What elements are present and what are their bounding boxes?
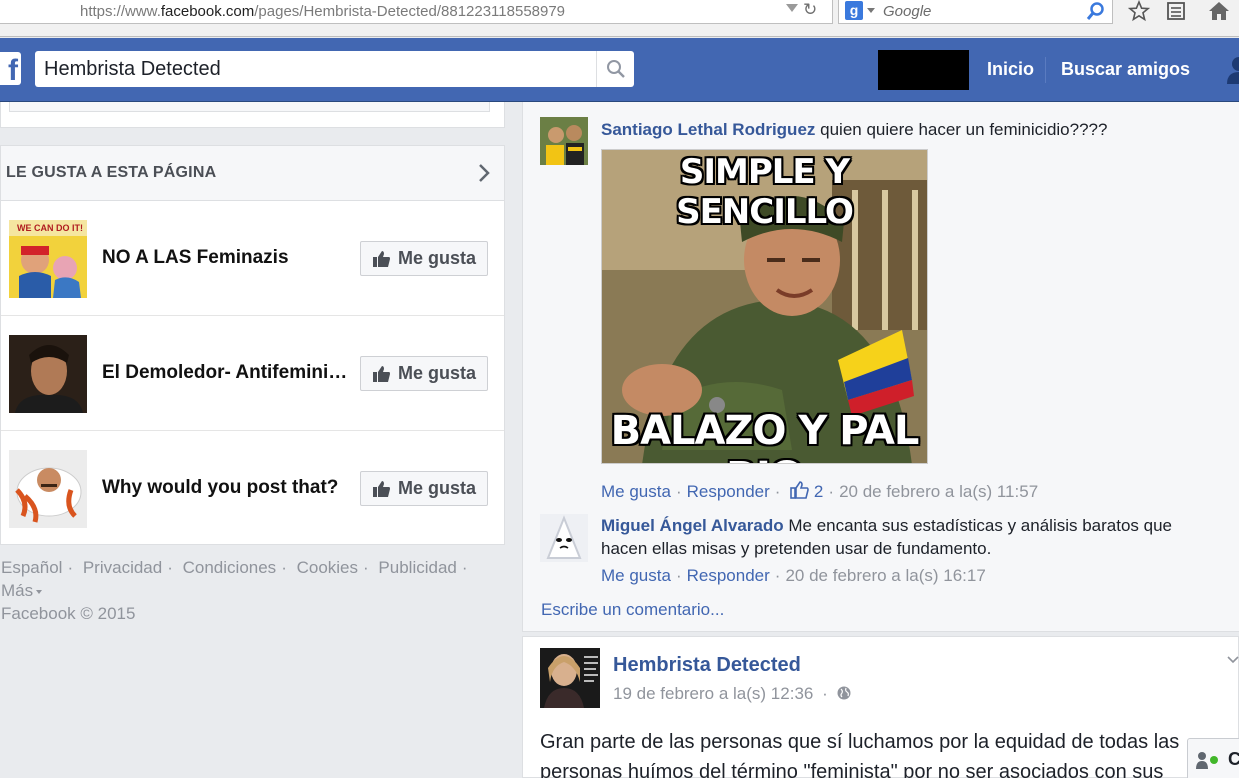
comment-like-link[interactable]: Me gusta <box>601 566 671 585</box>
post-author-link[interactable]: Hembrista Detected <box>613 654 801 677</box>
write-comment-link[interactable]: Escribe un comentario... <box>541 600 724 620</box>
comment-timestamp[interactable]: 20 de febrero a la(s) 16:17 <box>785 566 985 585</box>
nav-divider <box>1045 57 1046 83</box>
chat-label: C <box>1228 749 1239 769</box>
chevron-right-icon[interactable] <box>478 163 490 183</box>
search-input[interactable]: Hembrista Detected <box>44 58 221 81</box>
thumbs-up-icon <box>373 365 390 382</box>
thumbs-up-icon <box>373 480 390 497</box>
page-thumbnail[interactable] <box>9 450 87 528</box>
post-card: Hembrista Detected 19 de febrero a la(s)… <box>522 636 1239 778</box>
facebook-search-box[interactable]: Hembrista Detected <box>35 51 634 87</box>
globe-icon[interactable] <box>837 686 851 700</box>
liked-page-name[interactable]: Why would you post that? <box>102 477 352 499</box>
commenter-avatar[interactable] <box>540 117 588 165</box>
page-thumbnail[interactable]: WE CAN DO IT! <box>9 220 87 298</box>
google-engine-icon[interactable]: g <box>845 1 863 20</box>
comment-reply-link[interactable]: Responder <box>687 566 770 585</box>
footer-link-language[interactable]: Español <box>1 558 62 577</box>
search-icon <box>606 60 625 78</box>
like-page-button[interactable]: Me gusta <box>360 241 488 276</box>
post-author-avatar[interactable] <box>540 648 600 708</box>
bookmarks-menu-icon[interactable] <box>1166 0 1186 22</box>
url-history-dropdown-icon[interactable] <box>786 4 798 12</box>
browser-toolbar: https://www.facebook.com/pages/Hembrista… <box>0 0 1239 37</box>
reload-icon[interactable]: ↻ <box>803 0 817 20</box>
comment-author-link[interactable]: Miguel Ángel Alvarado <box>601 516 784 535</box>
liked-pages-title: LE GUSTA A ESTA PÁGINA <box>6 164 217 181</box>
bookmark-star-icon[interactable] <box>1128 0 1150 22</box>
nav-home-link[interactable]: Inicio <box>987 59 1034 80</box>
like-page-button[interactable]: Me gusta <box>360 471 488 506</box>
footer-more-link[interactable]: Más <box>1 581 43 600</box>
facebook-logo-icon[interactable]: f <box>0 52 21 87</box>
chat-sidebar-tab[interactable]: C <box>1187 738 1239 778</box>
liked-pages-card: LE GUSTA A ESTA PÁGINA WE CAN DO IT! NO … <box>0 145 505 545</box>
address-bar[interactable]: https://www.facebook.com/pages/Hembrista… <box>0 0 833 24</box>
browser-search-field[interactable]: g Google <box>838 0 1113 24</box>
comment-body: Santiago Lethal Rodriguez quien quiere h… <box>601 118 1221 141</box>
meme-top-caption: SIMPLE Y SENCILLO <box>676 152 854 232</box>
comment-actions: Me gusta · Responder · 2 · 20 de febrero a la… <box>601 481 1039 501</box>
facebook-top-bar: f Hembrista Detected Inicio Buscar amigo… <box>0 38 1239 102</box>
comment-actions: Me gusta · Responder · 20 de febrero a la(s)… <box>601 566 986 585</box>
page-footer: Español · Privacidad · Condiciones · Cookie… <box>1 558 468 623</box>
commenter-avatar[interactable] <box>540 514 588 562</box>
thumbs-up-icon <box>373 250 390 267</box>
liked-page-name[interactable]: NO A LAS Feminazis <box>102 247 352 269</box>
post-options-chevron-icon[interactable] <box>1226 655 1239 665</box>
comments-section: Santiago Lethal Rodriguez quien quiere h… <box>522 102 1239 632</box>
post-timestamp[interactable]: 19 de febrero a la(s) 12:36 <box>613 684 813 703</box>
chat-people-icon <box>1196 752 1218 769</box>
comment-meme-image[interactable]: SIMPLE Y SENCILLO BALAZO Y PAL RIO <box>601 149 928 464</box>
like-button-label: Me gusta <box>398 478 477 498</box>
like-button-label: Me gusta <box>398 363 477 383</box>
thumbs-up-icon[interactable] <box>790 481 809 499</box>
search-icon[interactable] <box>1086 1 1106 21</box>
liked-page-row: El Demoledor- Antifeminista Me gusta <box>1 316 504 431</box>
comment-like-count[interactable]: 2 <box>814 482 823 501</box>
nav-find-friends-link[interactable]: Buscar amigos <box>1061 59 1190 80</box>
footer-link-cookies[interactable]: Cookies <box>297 558 358 577</box>
caret-down-icon <box>36 589 43 594</box>
browser-search-placeholder: Google <box>883 3 932 20</box>
liked-pages-header[interactable]: LE GUSTA A ESTA PÁGINA <box>1 146 504 201</box>
engine-dropdown-icon[interactable] <box>867 8 875 13</box>
footer-link-ads[interactable]: Publicidad <box>378 558 456 577</box>
comment-reply-link[interactable]: Responder <box>687 482 770 501</box>
redacted-profile-area <box>878 50 969 90</box>
like-button-label: Me gusta <box>398 248 477 268</box>
friend-requests-icon[interactable] <box>1225 54 1239 84</box>
search-button[interactable] <box>596 51 634 87</box>
thumb-caption: WE CAN DO IT! <box>17 223 83 233</box>
footer-copyright: Facebook © 2015 <box>1 604 136 623</box>
liked-page-row: WE CAN DO IT! NO A LAS Feminazis Me gust… <box>1 201 504 316</box>
meme-bottom-caption: BALAZO Y PAL RIO <box>610 408 920 463</box>
comment-author-link[interactable]: Santiago Lethal Rodriguez <box>601 120 815 139</box>
comment-timestamp[interactable]: 20 de febrero a la(s) 11:57 <box>839 482 1038 501</box>
page-thumbnail[interactable] <box>9 335 87 413</box>
post-text: Gran parte de las personas que sí lucham… <box>540 731 1180 778</box>
like-page-button[interactable]: Me gusta <box>360 356 488 391</box>
footer-link-terms[interactable]: Condiciones <box>183 558 277 577</box>
liked-page-row: Why would you post that? Me gusta <box>1 431 504 546</box>
left-card-bottom-edge <box>0 102 505 128</box>
comment-body: Miguel Ángel Alvarado Me encanta sus est… <box>601 514 1221 560</box>
comment-text: quien quiere hacer un feminicidio???? <box>820 120 1108 139</box>
left-card-inner <box>9 102 490 112</box>
comment-like-link[interactable]: Me gusta <box>601 482 671 501</box>
post-meta: 19 de febrero a la(s) 12:36 · <box>613 684 851 704</box>
home-icon[interactable] <box>1208 0 1230 22</box>
footer-link-privacy[interactable]: Privacidad <box>83 558 162 577</box>
liked-page-name[interactable]: El Demoledor- Antifeminista <box>102 362 352 384</box>
url-text: https://www.facebook.com/pages/Hembrista… <box>80 3 566 20</box>
